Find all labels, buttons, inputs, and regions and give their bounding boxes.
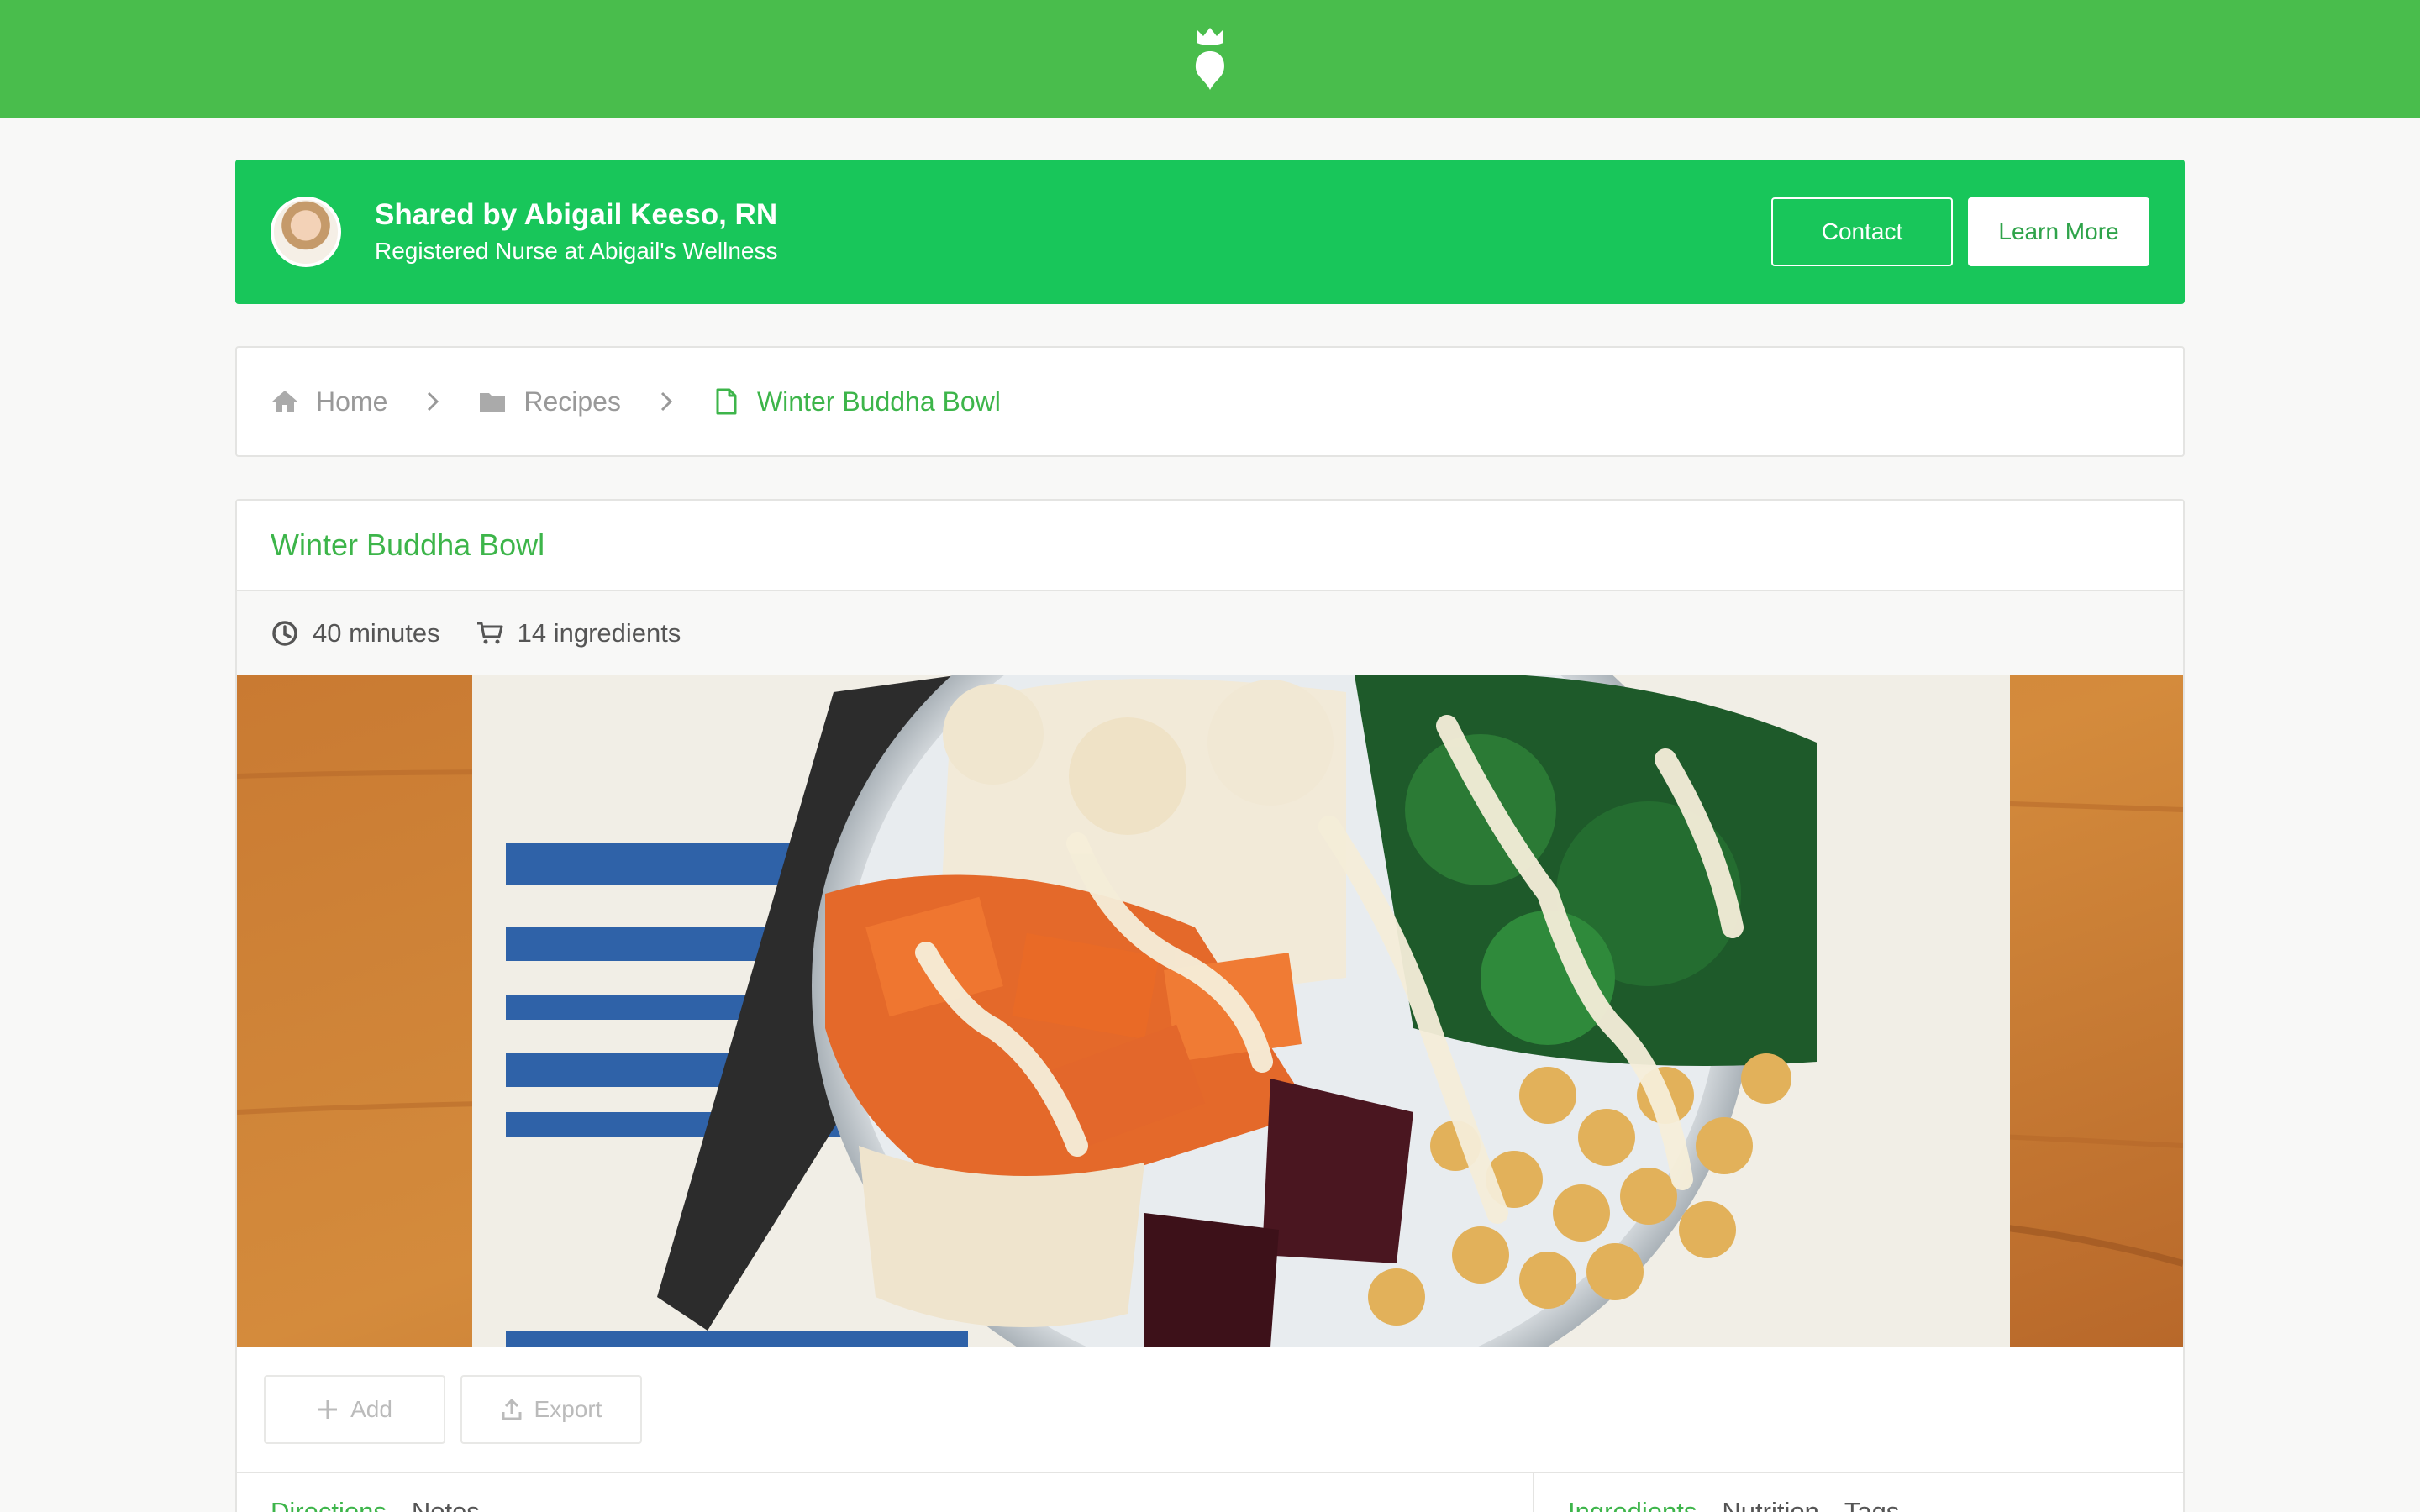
tab-tags[interactable]: Tags: [1844, 1497, 1899, 1512]
breadcrumb-home[interactable]: Home: [271, 386, 387, 417]
recipe-card: Winter Buddha Bowl 40 minutes 14 ingredi…: [235, 499, 2185, 1512]
recipe-ingredients-label: 14 ingredients: [517, 618, 681, 648]
breadcrumb-recipes[interactable]: Recipes: [478, 386, 621, 417]
breadcrumb: Home Recipes Winter Buddha Bowl: [235, 346, 2185, 457]
cart-icon: [476, 622, 503, 644]
add-button-label: Add: [350, 1396, 392, 1422]
clock-icon: [272, 621, 297, 646]
shared-by-info: Shared by Abigail Keeso, RN Registered N…: [375, 196, 778, 268]
tab-directions[interactable]: Directions: [271, 1497, 387, 1512]
recipe-time-label: 40 minutes: [313, 618, 440, 648]
breadcrumb-current-label: Winter Buddha Bowl: [756, 386, 1001, 417]
breadcrumb-home-label: Home: [316, 386, 388, 417]
recipe-ingredients-count: 14 ingredients: [476, 618, 681, 648]
learn-more-button[interactable]: Learn More: [1968, 197, 2149, 266]
tab-nutrition[interactable]: Nutrition: [1722, 1497, 1818, 1512]
file-icon: [716, 388, 737, 415]
shared-by-title: Shared by Abigail Keeso, RN: [375, 198, 778, 231]
recipe-time: 40 minutes: [271, 618, 440, 648]
upload-icon: [502, 1399, 522, 1420]
shared-by-banner: Shared by Abigail Keeso, RN Registered N…: [235, 160, 2185, 304]
chevron-right-icon: [428, 391, 439, 412]
breadcrumb-current: Winter Buddha Bowl: [712, 386, 1001, 417]
folder-icon: [480, 393, 506, 412]
beet-logo-icon[interactable]: [1190, 26, 1230, 93]
shared-by-subtitle: Registered Nurse at Abigail's Wellness: [375, 238, 778, 264]
contact-button[interactable]: Contact: [1771, 197, 1953, 266]
directions-tabs: Directions Notes: [237, 1473, 1534, 1512]
tab-ingredients[interactable]: Ingredients: [1568, 1497, 1697, 1512]
avatar: [271, 197, 341, 267]
breadcrumb-recipes-label: Recipes: [523, 386, 621, 417]
recipe-actions: Add Export: [237, 1347, 2183, 1473]
top-bar: [0, 0, 2420, 118]
shared-by-actions: Contact Learn More: [1771, 197, 2149, 266]
ingredients-tabs: Ingredients Nutrition Tags: [1534, 1473, 2183, 1512]
recipe-photo: [237, 675, 2183, 1347]
chevron-right-icon: [660, 391, 673, 412]
tab-notes[interactable]: Notes: [412, 1497, 480, 1512]
plus-icon: [318, 1400, 338, 1419]
add-button[interactable]: Add: [264, 1375, 445, 1444]
recipe-title: Winter Buddha Bowl: [237, 501, 2183, 591]
recipe-tabs: Directions Notes Ingredients Nutrition T…: [237, 1473, 2183, 1512]
export-button-label: Export: [534, 1396, 602, 1422]
export-button[interactable]: Export: [460, 1375, 642, 1444]
home-icon: [272, 391, 297, 412]
recipe-meta: 40 minutes 14 ingredients: [237, 591, 2183, 675]
